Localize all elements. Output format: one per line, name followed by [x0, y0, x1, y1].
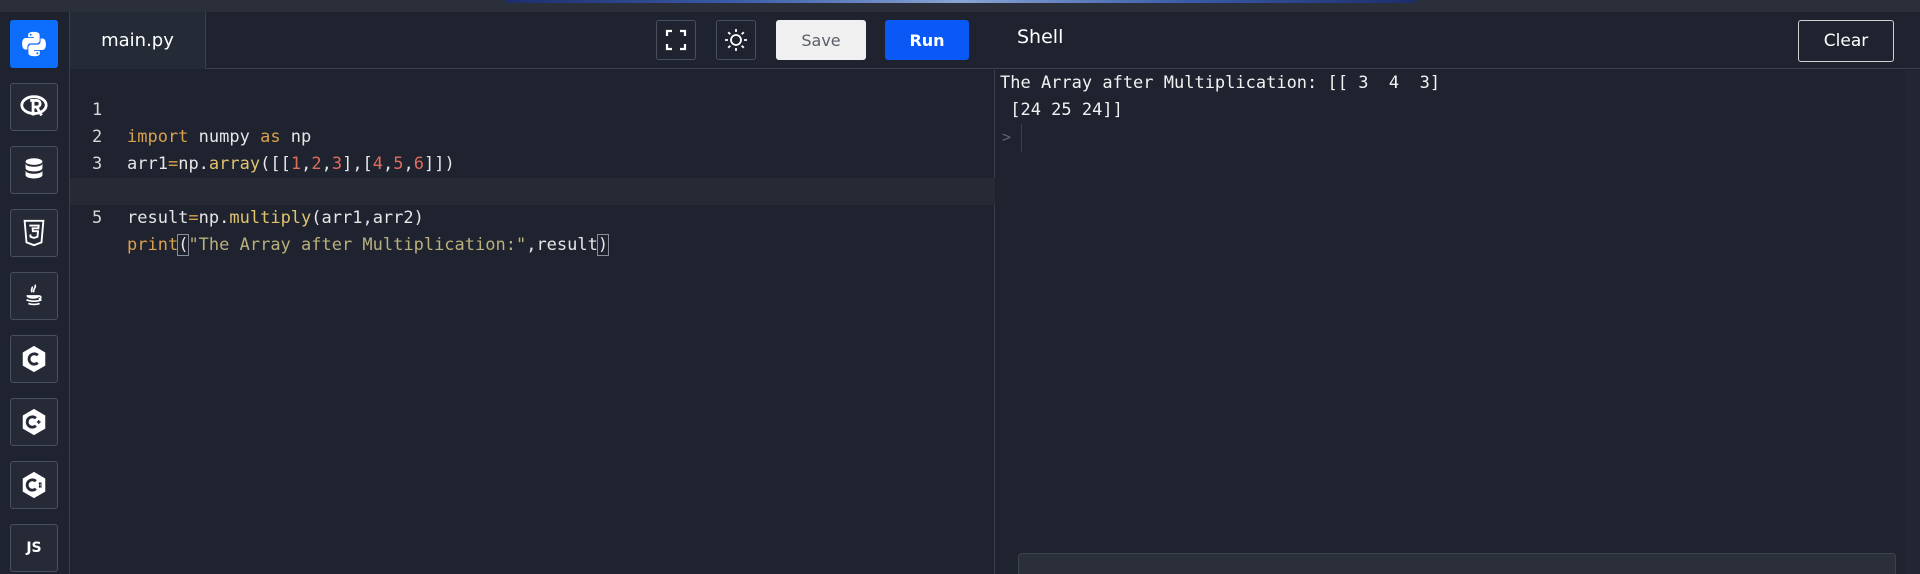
fullscreen-icon [665, 29, 687, 51]
code-line[interactable]: 1 import numpy as np [70, 70, 995, 147]
html5-icon [23, 219, 45, 247]
sidebar-item-c[interactable] [10, 335, 58, 383]
shell-header: Shell Clear [995, 12, 1920, 69]
fullscreen-button[interactable] [656, 20, 696, 60]
csharp-icon [22, 471, 46, 499]
sidebar-item-javascript[interactable]: JS [10, 524, 58, 572]
sidebar-item-sql[interactable] [10, 146, 58, 194]
sidebar-item-java[interactable] [10, 272, 58, 320]
shell-input-divider [1021, 124, 1022, 152]
cpp-icon [22, 408, 46, 436]
output-line: [24 25 24]] [1000, 100, 1123, 120]
code-line[interactable]: 2 arr1=np.array([[1,2,3],[4,5,6]]) [70, 97, 995, 174]
java-icon [26, 284, 42, 306]
code-line[interactable]: 4 result=np.multiply(arr1,arr2) [70, 151, 995, 228]
shell-prompt: > [1002, 128, 1012, 146]
browser-top-strip [0, 0, 1920, 12]
sun-icon [725, 29, 747, 51]
sidebar-item-label: JS [26, 540, 42, 556]
shell-title: Shell [1017, 26, 1064, 48]
shell-output[interactable]: The Array after Multiplication: [[ 3 4 3… [995, 70, 1920, 574]
code-text: result=np.multiply(arr1,arr2) [127, 208, 424, 228]
sidebar-item-cpp[interactable] [10, 398, 58, 446]
shell-scrollbar[interactable] [1905, 70, 1920, 574]
database-icon [25, 158, 43, 179]
sidebar-item-html[interactable] [10, 209, 58, 257]
editor-header: main.py Save Run [70, 12, 995, 69]
c-icon [22, 345, 46, 373]
language-sidebar: JS [0, 12, 70, 574]
code-editor[interactable]: 1 import numpy as np 2 arr1=np.array([[1… [70, 70, 995, 574]
tab-main-py[interactable]: main.py [70, 12, 206, 69]
line-number: 5 [92, 208, 103, 228]
output-line: The Array after Multiplication: [[ 3 4 3… [1000, 73, 1441, 93]
code-line[interactable]: 3 arr2=np.array([[3,2,1],[6,5,4]]) [70, 124, 995, 201]
python-icon [22, 31, 46, 57]
clear-button[interactable]: Clear [1798, 20, 1894, 62]
theme-toggle-button[interactable] [716, 20, 756, 60]
sidebar-item-r[interactable] [10, 83, 58, 131]
top-banner [505, 0, 1415, 3]
sidebar-item-python[interactable] [10, 20, 58, 68]
r-icon [20, 95, 48, 117]
code-text: print("The Array after Multiplication:",… [127, 234, 610, 256]
bottom-popup-card[interactable] [1018, 553, 1896, 574]
sidebar-item-csharp[interactable] [10, 461, 58, 509]
run-button[interactable]: Run [885, 20, 969, 60]
code-line-active[interactable]: 5 print("The Array after Multiplication:… [70, 178, 995, 256]
save-button[interactable]: Save [776, 20, 866, 60]
